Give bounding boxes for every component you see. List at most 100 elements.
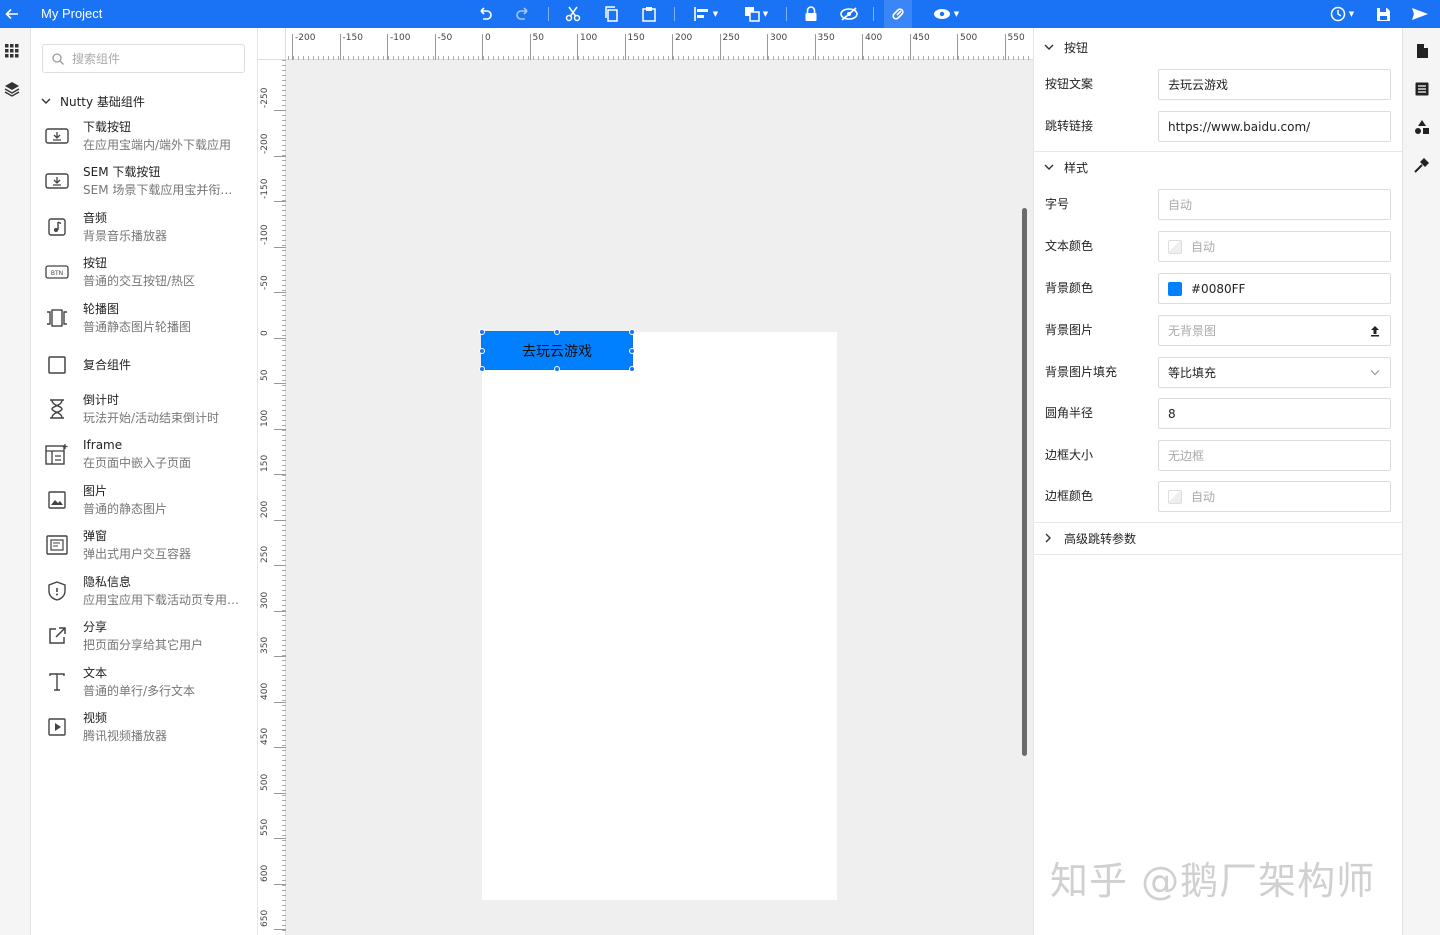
component-item[interactable]: 倒计时玩法开始/活动结束倒计时 [31,387,258,431]
vertical-ruler: -250 -200 -150 -100 -50 0 50 100 150 200 250 300 350… [258,28,286,935]
component-desc: 普通的交互按钮/热区 [83,274,196,288]
ruler-label: 100 [580,33,598,43]
resize-handle[interactable] [554,329,560,335]
component-item[interactable]: 下载按钮 在应用宝端内/端外下载应用 [31,114,258,158]
resize-handle[interactable] [479,329,485,335]
component-item[interactable]: 隐私信息 应用宝应用下载活动页专用… [31,569,258,613]
search-input[interactable] [72,51,232,66]
copy-icon[interactable] [600,0,622,28]
save-icon[interactable] [1372,0,1394,28]
component-name: SEM 下载按钮 [83,165,161,179]
group-header[interactable]: Nutty 基础组件 [41,91,145,111]
component-item[interactable]: 复合组件 [31,343,258,387]
publish-icon[interactable] [1408,0,1432,28]
preview-icon[interactable]: ▼ [926,0,966,28]
component-desc: 普通的静态图片 [83,502,168,516]
section-button-header[interactable]: 按钮 [1044,35,1088,59]
top-toolbar: My Project ▼ ▼ ▼ ▼ [0,0,1440,28]
font-size-field[interactable]: 自动 [1158,189,1391,220]
project-title[interactable]: My Project [41,0,102,28]
ruler-tick [719,34,721,60]
component-item[interactable]: SEM 下载按钮 SEM 场景下载应用宝并衔… [31,159,258,203]
component-desc: 弹出式用户交互容器 [83,547,192,561]
shapes-icon[interactable] [1403,108,1440,146]
ruler-label: 0 [485,33,491,43]
history-icon[interactable]: ▼ [1322,0,1362,28]
resize-handle[interactable] [629,348,635,354]
resize-handle[interactable] [629,329,635,335]
search-box[interactable] [42,44,245,73]
button-text-field[interactable]: 去玩云游戏 [1158,69,1391,100]
ruler-tick [292,34,293,60]
component-item[interactable]: 弹窗 弹出式用户交互容器 [31,523,258,567]
text-color-field[interactable]: 自动 [1158,231,1391,262]
layers-icon[interactable] [4,81,20,101]
component-item[interactable]: Iframe 在页面中嵌入子页面 [31,432,258,476]
component-item[interactable]: 音频 背景音乐播放器 [31,205,258,249]
component-item[interactable]: 分享 把页面分享给其它用户 [31,614,258,658]
ruler-tick [529,34,531,60]
ruler-tick [274,792,286,794]
hide-icon[interactable] [837,0,861,28]
link-icon[interactable] [884,0,912,28]
resize-handle[interactable] [479,366,485,372]
link-field[interactable]: https://www.baidu.com/ [1158,111,1391,142]
upload-icon[interactable] [1370,325,1380,337]
component-item[interactable]: 文本 普通的单行/多行文本 [31,660,258,704]
composite-icon [31,356,83,374]
ruler-tick [274,519,286,521]
canvas-area[interactable]: -200 -150 -100 -50 0 50 100 150 200 250 300 350 400 4… [258,28,1033,935]
ruler-tick [957,34,958,60]
component-name: 倒计时 [83,393,120,407]
arrange-icon[interactable]: ▼ [736,0,776,28]
component-desc: 玩法开始/活动结束倒计时 [83,411,220,425]
data-icon[interactable] [1403,70,1440,108]
cut-icon[interactable] [562,0,584,28]
align-icon[interactable]: ▼ [688,0,724,28]
section-style-header[interactable]: 样式 [1044,155,1088,179]
border-size-field[interactable]: 无边框 [1158,440,1391,471]
component-item[interactable]: 视频 腾讯视频播放器 [31,705,258,749]
ruler-corner [258,28,286,60]
undo-icon[interactable] [474,0,496,28]
ruler-tick [274,565,286,566]
ruler-label: 350 [817,33,835,43]
ruler-label: 500 [260,773,270,791]
horizontal-ruler: -200 -150 -100 -50 0 50 100 150 200 250 300 350 400 4… [258,28,1033,60]
carousel-icon [31,309,83,327]
component-name: 复合组件 [83,358,132,372]
lock-icon[interactable] [800,0,822,28]
bg-image-field[interactable]: 无背景图 [1158,315,1391,346]
prop-label: 背景图片填充 [1045,365,1118,379]
prop-radius: 圆角半径 8 [1034,397,1403,429]
component-item[interactable]: BTN 按钮 普通的交互按钮/热区 [31,250,258,294]
ruler-label: 450 [912,33,930,43]
ruler-label: 450 [260,727,270,745]
ruler-tick [387,34,388,60]
section-title: 高级跳转参数 [1064,531,1137,546]
paste-icon[interactable] [638,0,660,28]
plugin-icon[interactable] [1403,146,1440,184]
bg-color-field[interactable]: #0080FF [1158,273,1391,304]
components-grid-icon[interactable] [5,44,19,62]
ruler-tick [1004,34,1006,60]
section-title: 按钮 [1064,40,1089,55]
right-rail [1402,28,1440,935]
component-item[interactable]: 轮播图 普通静态图片轮播图 [31,296,258,340]
resize-handle[interactable] [479,348,485,354]
bg-fill-select[interactable]: 等比填充 [1158,357,1391,388]
component-item[interactable]: 图片 普通的静态图片 [31,478,258,522]
phone-page[interactable] [482,332,837,900]
border-color-field[interactable]: 自动 [1158,481,1391,512]
canvas-scrollbar[interactable] [1022,208,1027,756]
radius-field[interactable]: 8 [1158,398,1391,429]
section-advanced-header[interactable]: 高级跳转参数 [1044,526,1136,550]
redo-icon[interactable] [512,0,534,28]
resize-handle[interactable] [554,366,560,372]
selected-button-element[interactable]: 去玩云游戏 [481,331,633,370]
prop-label: 跳转链接 [1045,119,1094,133]
back-arrow-icon[interactable] [2,0,22,28]
resize-handle[interactable] [629,366,635,372]
prop-bg-image: 背景图片 无背景图 [1034,314,1403,346]
page-icon[interactable] [1403,32,1440,70]
